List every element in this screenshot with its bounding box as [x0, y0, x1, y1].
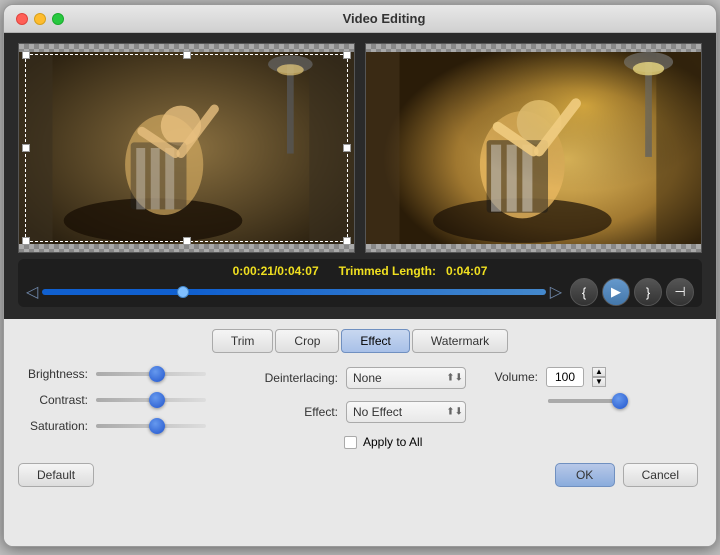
apply-to-all-label: Apply to All [363, 435, 422, 449]
volume-slider[interactable] [548, 399, 628, 403]
deinterlacing-label: Deinterlacing: [248, 371, 338, 385]
effect-select-wrapper: No Effect Sepia Grayscale Negative Embos… [346, 401, 466, 423]
saturation-row: Saturation: [18, 419, 228, 433]
saturation-thumb[interactable] [149, 418, 165, 434]
controls-right: Volume: ▲ ▼ [488, 367, 638, 449]
deinterlacing-select-wrapper: None All Frames Top Field Bottom Field ⬆… [346, 367, 466, 389]
tab-crop[interactable]: Crop [275, 329, 339, 353]
trim-length-label: Trimmed Length: 0:04:07 [339, 264, 488, 278]
volume-row: Volume: ▲ ▼ [488, 367, 638, 387]
scrubber-thumb[interactable] [177, 286, 189, 298]
deinterlacing-select[interactable]: None All Frames Top Field Bottom Field [346, 367, 466, 389]
bottom-buttons: Default OK Cancel [18, 463, 702, 487]
effect-row: Effect: No Effect Sepia Grayscale Negati… [248, 401, 468, 423]
maximize-button[interactable] [52, 13, 64, 25]
tab-watermark[interactable]: Watermark [412, 329, 508, 353]
scrubber[interactable]: ◁ ▷ { ▶ } ⊣ [26, 282, 694, 302]
controls-panel: Trim Crop Effect Watermark Brightness: C… [4, 319, 716, 546]
minimize-button[interactable] [34, 13, 46, 25]
saturation-label: Saturation: [18, 419, 88, 433]
volume-slider-thumb[interactable] [612, 393, 628, 409]
brightness-label: Brightness: [18, 367, 88, 381]
play-button[interactable]: ▶ [602, 278, 630, 306]
contrast-label: Contrast: [18, 393, 88, 407]
controls-grid: Brightness: Contrast: Saturation: [18, 367, 702, 449]
controls-center: Deinterlacing: None All Frames Top Field… [248, 367, 468, 449]
ok-button[interactable]: OK [555, 463, 615, 487]
saturation-slider[interactable] [96, 424, 206, 428]
video-panel-right [365, 43, 702, 253]
tabs: Trim Crop Effect Watermark [18, 329, 702, 353]
scrubber-track[interactable] [42, 289, 545, 295]
scrubber-right-arrow: ▷ [550, 282, 562, 302]
apply-to-all-row: Apply to All [248, 435, 468, 449]
time-display: 0:00:21/0:04:07 Trimmed Length: 0:04:07 [26, 264, 694, 278]
video-area: 0:00:21/0:04:07 Trimmed Length: 0:04:07 … [4, 33, 716, 319]
window-title: Video Editing [64, 11, 704, 26]
effect-label: Effect: [248, 405, 338, 419]
traffic-lights [16, 13, 64, 25]
apply-to-all-checkbox[interactable] [344, 436, 357, 449]
video-panel-left [18, 43, 355, 253]
volume-up-button[interactable]: ▲ [592, 367, 606, 377]
volume-slider-fill [548, 399, 616, 403]
video-panels [18, 43, 702, 253]
volume-input[interactable] [546, 367, 584, 387]
cancel-button[interactable]: Cancel [623, 463, 698, 487]
volume-down-button[interactable]: ▼ [592, 377, 606, 387]
contrast-row: Contrast: [18, 393, 228, 407]
volume-slider-area [488, 399, 638, 419]
mark-out-button[interactable]: } [634, 278, 662, 306]
mark-in-button[interactable]: { [570, 278, 598, 306]
scrubber-left-arrow: ◁ [26, 282, 38, 302]
deinterlacing-row: Deinterlacing: None All Frames Top Field… [248, 367, 468, 389]
volume-stepper: ▲ ▼ [592, 367, 606, 387]
contrast-thumb[interactable] [149, 392, 165, 408]
tab-trim[interactable]: Trim [212, 329, 274, 353]
contrast-slider[interactable] [96, 398, 206, 402]
brightness-slider[interactable] [96, 372, 206, 376]
default-button[interactable]: Default [18, 463, 94, 487]
main-window: Video Editing [3, 4, 717, 547]
timeline-area: 0:00:21/0:04:07 Trimmed Length: 0:04:07 … [18, 259, 702, 307]
tab-effect[interactable]: Effect [341, 329, 409, 353]
skip-end-button[interactable]: ⊣ [666, 278, 694, 306]
titlebar: Video Editing [4, 5, 716, 33]
current-time: 0:00:21/0:04:07 [233, 264, 319, 278]
brightness-row: Brightness: [18, 367, 228, 381]
brightness-thumb[interactable] [149, 366, 165, 382]
close-button[interactable] [16, 13, 28, 25]
effect-select[interactable]: No Effect Sepia Grayscale Negative Embos… [346, 401, 466, 423]
volume-label: Volume: [488, 370, 538, 384]
controls-left: Brightness: Contrast: Saturation: [18, 367, 228, 449]
